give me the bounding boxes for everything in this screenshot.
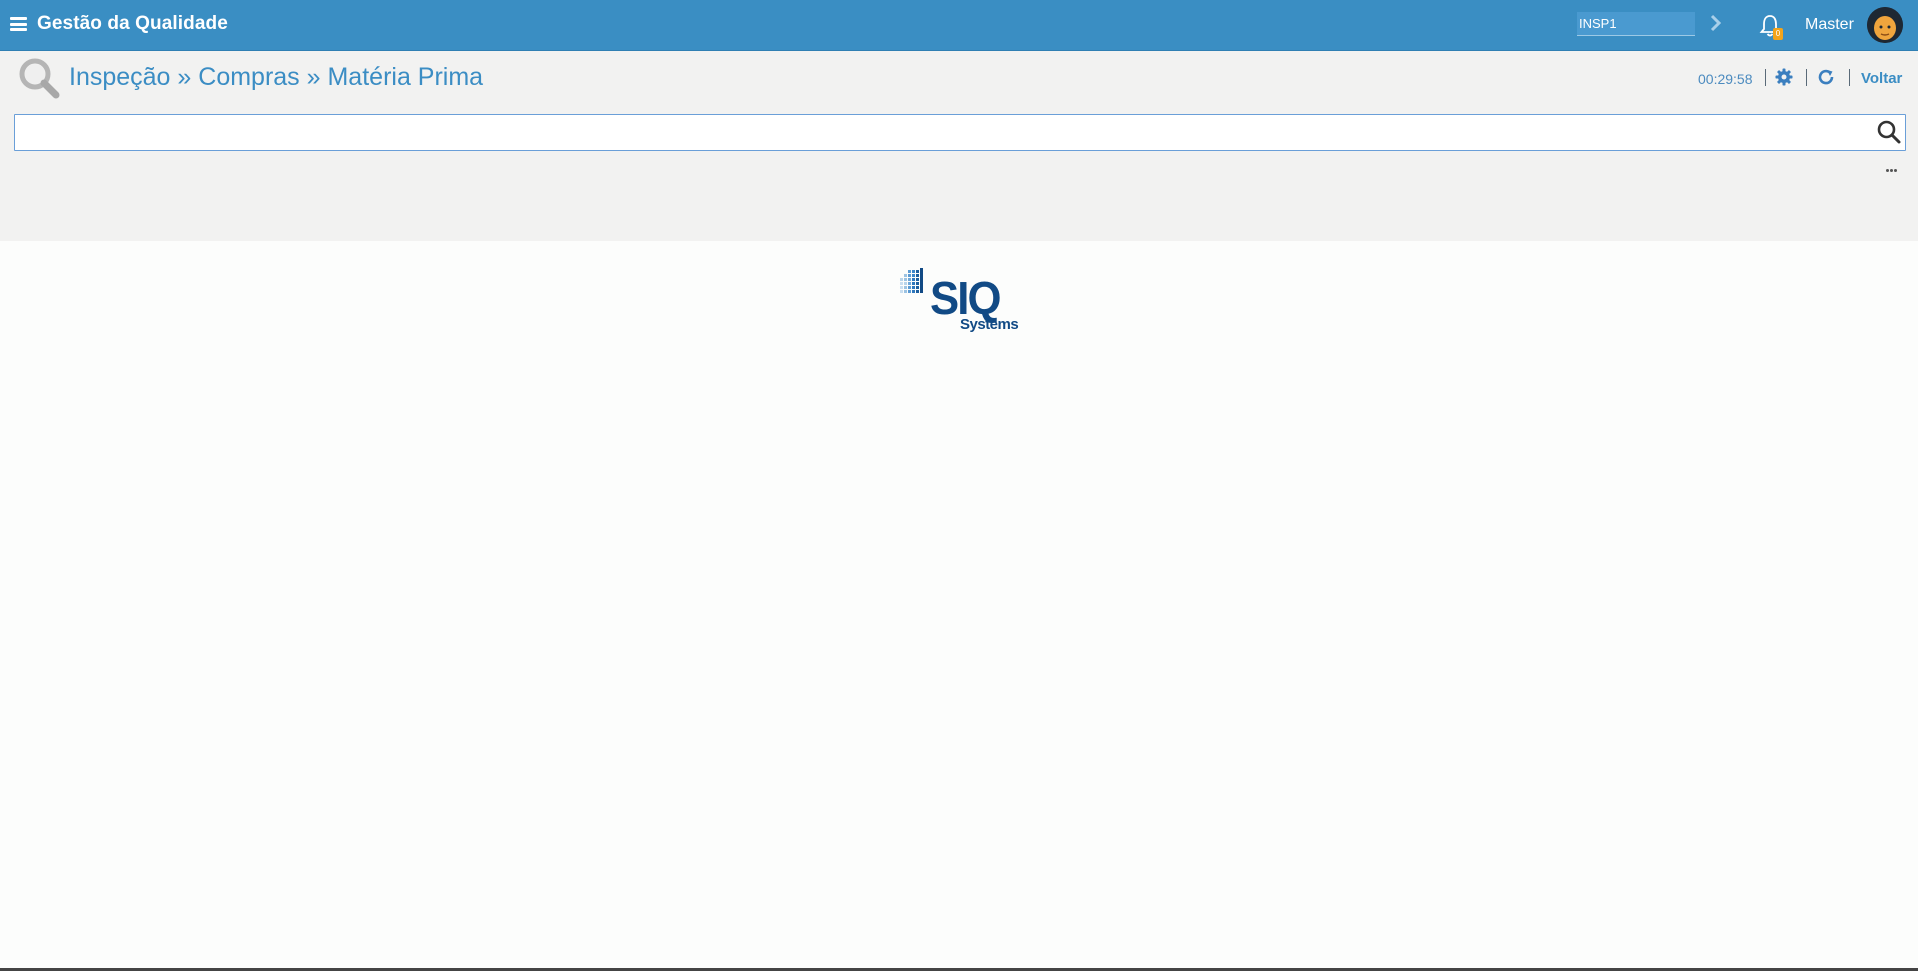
divider xyxy=(1765,69,1766,86)
app-title: Gestão da Qualidade xyxy=(37,13,228,34)
user-name[interactable]: Master xyxy=(1805,16,1854,34)
search-icon[interactable] xyxy=(1876,119,1902,145)
breadcrumb-item-inspecao[interactable]: Inspeção xyxy=(69,63,170,91)
company-code-field[interactable] xyxy=(1577,12,1695,36)
divider xyxy=(1849,69,1850,86)
logo-subtitle: Systems xyxy=(960,316,1019,333)
search-page-icon xyxy=(19,58,60,99)
search-bar xyxy=(14,114,1906,151)
chevron-right-icon[interactable] xyxy=(1710,14,1722,32)
avatar[interactable] xyxy=(1867,7,1903,43)
notification-badge: 0 xyxy=(1773,28,1783,40)
back-button[interactable]: Voltar xyxy=(1861,70,1902,87)
divider xyxy=(1806,69,1807,86)
menu-icon[interactable] xyxy=(10,17,27,31)
refresh-icon[interactable] xyxy=(1817,68,1835,86)
more-icon[interactable] xyxy=(1886,159,1900,172)
top-navbar: Gestão da Qualidade 0 Master xyxy=(0,0,1918,51)
breadcrumb-item-compras[interactable]: Compras xyxy=(198,63,299,91)
breadcrumb: Inspeção » Compras » Matéria Prima xyxy=(69,63,483,92)
breadcrumb-item-materia-prima: Matéria Prima xyxy=(327,63,484,91)
gear-icon[interactable] xyxy=(1775,68,1793,86)
breadcrumb-separator: » xyxy=(299,63,328,91)
session-timer: 00:29:58 xyxy=(1698,71,1753,87)
breadcrumb-separator: » xyxy=(170,63,199,91)
search-input[interactable] xyxy=(15,115,1871,148)
